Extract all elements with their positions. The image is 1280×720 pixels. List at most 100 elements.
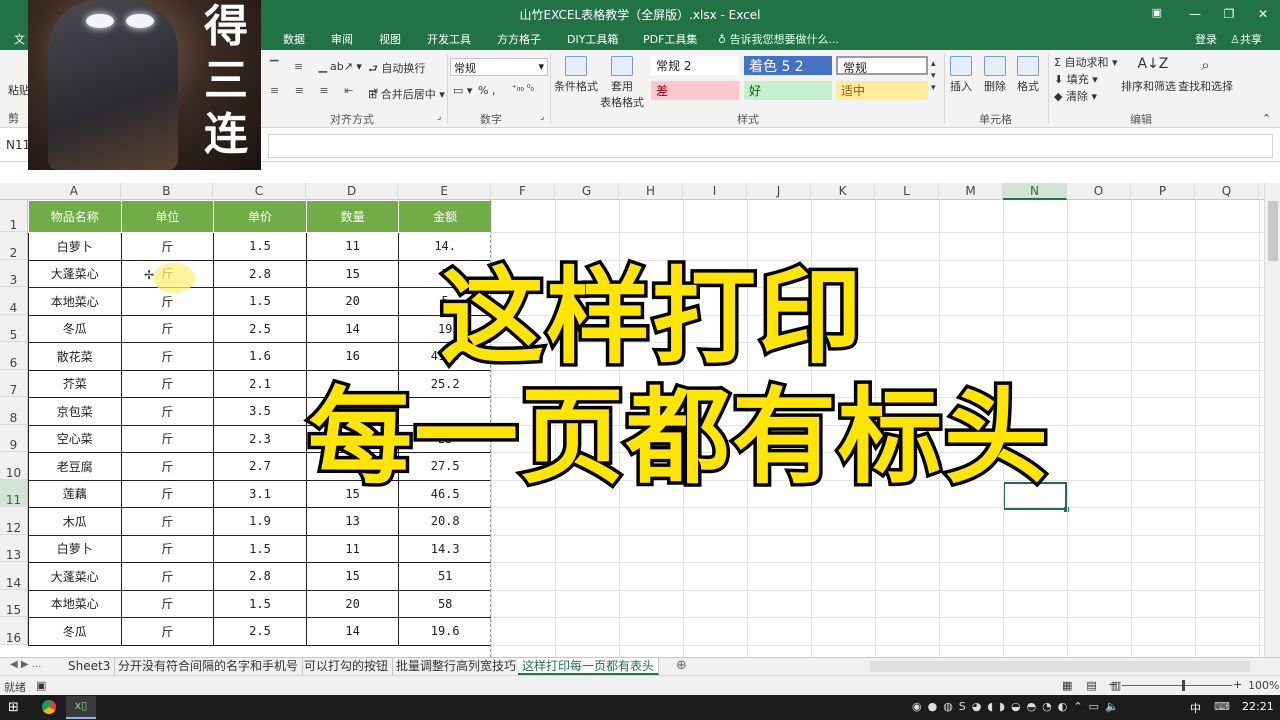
row-header-5[interactable]: 5 <box>0 314 28 342</box>
row-header-11[interactable]: 11 <box>0 479 28 507</box>
close-icon[interactable]: ✕ <box>1246 0 1280 28</box>
table-cell[interactable]: 14.3 <box>398 534 492 563</box>
table-cell[interactable]: 斤 <box>120 424 215 453</box>
tab-view[interactable]: 视图 <box>379 31 401 47</box>
excel-taskbar-icon[interactable]: x▯ <box>66 696 96 719</box>
style-neutral[interactable]: 适中 <box>836 81 928 100</box>
row-header-14[interactable]: 14 <box>0 562 28 590</box>
zoom-level[interactable]: 100% <box>1248 679 1279 692</box>
header-cell[interactable]: 单位 <box>120 200 215 233</box>
table-cell[interactable]: 51 <box>398 562 492 591</box>
table-cell[interactable]: 15 <box>305 259 400 288</box>
column-header-g[interactable]: G <box>555 183 619 200</box>
tab-pdf-tools[interactable]: PDF工具集 <box>643 31 697 47</box>
table-cell[interactable]: 大蓬菜心 <box>28 562 122 591</box>
sheet-tab-sheet3[interactable]: Sheet3 <box>64 658 116 675</box>
style-bad[interactable]: 差 <box>651 81 739 100</box>
style-normal-2[interactable]: 常规 2 <box>651 56 739 75</box>
column-header-n[interactable]: N <box>1003 183 1067 200</box>
column-header-q[interactable]: Q <box>1195 183 1259 200</box>
table-cell[interactable]: 京包菜 <box>28 397 122 426</box>
keyboard-icon[interactable]: ⌨ <box>1214 700 1230 713</box>
row-header-13[interactable]: 13 <box>0 534 28 562</box>
row-header-3[interactable]: 3 <box>0 259 28 287</box>
ribbon-display-options-icon[interactable]: ▣ <box>1152 6 1162 19</box>
macro-record-icon[interactable]: ▣ <box>36 679 46 692</box>
column-header-f[interactable]: F <box>491 183 555 200</box>
zoom-in-icon[interactable]: + <box>1233 678 1242 691</box>
table-cell[interactable]: 本地菜心 <box>28 287 122 316</box>
row-header-6[interactable]: 6 <box>0 342 28 370</box>
style-accent-5-2[interactable]: 着色 5 2 <box>744 56 832 75</box>
column-header-a[interactable]: A <box>28 183 121 200</box>
table-cell[interactable]: 斤 <box>120 342 215 371</box>
table-cell[interactable]: 2.8 <box>213 259 307 288</box>
table-cell[interactable]: 2.5 <box>213 617 307 646</box>
row-header-12[interactable]: 12 <box>0 507 28 535</box>
column-header-b[interactable]: B <box>121 183 214 200</box>
find-select-button[interactable]: ⌕ 查找和选择 <box>1178 56 1233 94</box>
table-cell[interactable]: 斤 <box>120 397 215 426</box>
clear-button[interactable]: ◆ 清除 ▾ <box>1054 88 1097 104</box>
table-cell[interactable]: 斤 <box>120 232 215 261</box>
vertical-scrollbar[interactable] <box>1264 183 1280 657</box>
column-header-h[interactable]: H <box>619 183 683 200</box>
table-cell[interactable]: 2.7 <box>213 452 307 481</box>
table-cell[interactable]: 白萝卜 <box>28 232 122 261</box>
column-header-k[interactable]: K <box>811 183 875 200</box>
input-method-indicator[interactable]: 中 <box>1190 700 1201 716</box>
header-cell[interactable]: 单价 <box>213 200 307 233</box>
tab-data[interactable]: 数据 <box>283 31 305 47</box>
row-header-4[interactable]: 4 <box>0 287 28 315</box>
style-normal[interactable]: 常规 <box>836 56 928 75</box>
header-cell[interactable]: 数量 <box>305 200 400 233</box>
tell-me-search[interactable]: ♁ 告诉我您想要做什么... <box>718 31 839 47</box>
column-header-p[interactable]: P <box>1131 183 1195 200</box>
format-as-table-button[interactable]: 套用 表格格式 <box>600 56 644 110</box>
table-cell[interactable]: 斤 <box>120 452 215 481</box>
column-header-l[interactable]: L <box>875 183 939 200</box>
collapse-ribbon-icon[interactable]: ⌃ <box>1262 112 1271 125</box>
delete-cells-button[interactable]: 删除 <box>984 56 1006 94</box>
sheet-tab-checkbox[interactable]: 可以打勾的按钮 <box>300 658 394 675</box>
row-header-7[interactable]: 7 <box>0 369 28 397</box>
header-cell[interactable]: 物品名称 <box>28 200 122 233</box>
alignment-launcher-icon[interactable]: ⌟ <box>437 112 441 122</box>
column-header-c[interactable]: C <box>213 183 306 200</box>
table-cell[interactable]: 20.8 <box>398 507 492 536</box>
table-cell[interactable]: 15 <box>305 562 400 591</box>
table-cell[interactable]: 莲藕 <box>28 479 122 508</box>
table-cell[interactable]: 斤 <box>120 479 215 508</box>
table-cell[interactable]: 斤 <box>120 534 215 563</box>
table-cell[interactable]: 19.6 <box>398 617 492 646</box>
table-cell[interactable]: 1.6 <box>213 342 307 371</box>
column-header-i[interactable]: I <box>683 183 747 200</box>
table-cell[interactable]: 11 <box>305 232 400 261</box>
table-cell[interactable]: 芥菜 <box>28 369 122 398</box>
table-cell[interactable]: 2.5 <box>213 314 307 343</box>
column-header-o[interactable]: O <box>1067 183 1131 200</box>
column-header-e[interactable]: E <box>398 183 491 200</box>
login-button[interactable]: 登录 <box>1195 31 1217 47</box>
column-header-j[interactable]: J <box>747 183 811 200</box>
sheet-nav-buttons[interactable]: ◀ ▶ ... <box>10 659 41 670</box>
table-cell[interactable]: 大蓬菜心 <box>28 259 122 288</box>
table-cell[interactable]: 1.5 <box>213 589 307 618</box>
table-cell[interactable]: 斤 <box>120 589 215 618</box>
table-cell[interactable]: 3.5 <box>213 397 307 426</box>
table-cell[interactable]: 斤 <box>120 562 215 591</box>
tab-fangfang[interactable]: 方方格子 <box>497 31 541 47</box>
table-cell[interactable]: 2.1 <box>213 369 307 398</box>
table-cell[interactable]: 2.3 <box>213 424 307 453</box>
vertical-align-icons[interactable]: ▔ ≡ ▁ <box>270 60 333 73</box>
table-cell[interactable]: 老豆腐 <box>28 452 122 481</box>
windows-start-icon[interactable]: ⊞ <box>8 700 19 715</box>
formula-input[interactable] <box>268 134 1273 158</box>
add-sheet-icon[interactable]: ⊕ <box>676 658 687 673</box>
table-cell[interactable]: 2.8 <box>213 562 307 591</box>
row-header-15[interactable]: 15 <box>0 589 28 617</box>
style-good[interactable]: 好 <box>744 81 832 100</box>
zoom-slider-handle[interactable] <box>1182 680 1185 691</box>
column-header-m[interactable]: M <box>939 183 1003 200</box>
table-cell[interactable]: 14 <box>305 314 400 343</box>
